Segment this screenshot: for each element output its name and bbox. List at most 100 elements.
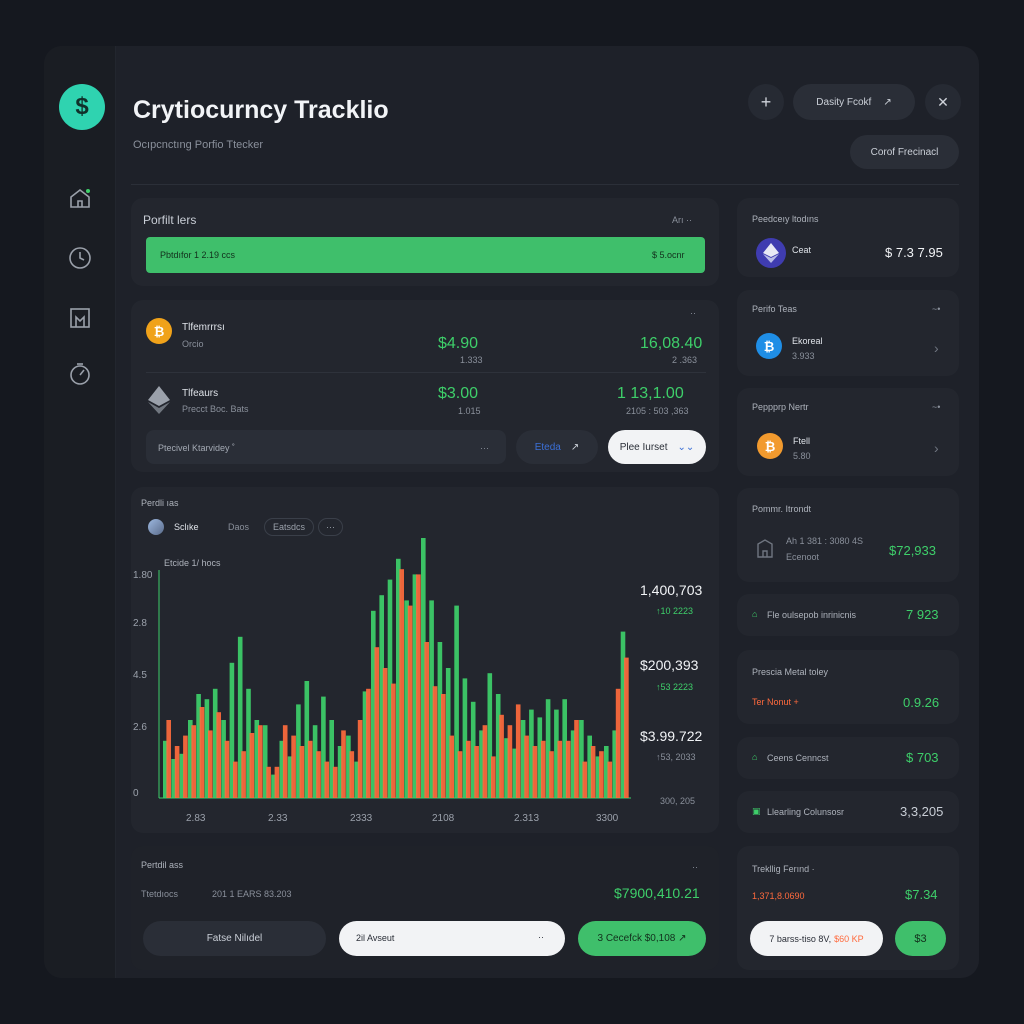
- dataset-dropdown[interactable]: Dasity Fcokf ↗: [793, 84, 915, 120]
- chart-bar-orange: [416, 574, 421, 798]
- nav-home-icon[interactable]: [62, 180, 98, 216]
- chart-bottom-right-value: 300, 205: [660, 796, 696, 806]
- card-title: Pommr. Itrondt: [752, 504, 812, 514]
- chart-bar-orange: [299, 746, 305, 798]
- search-more-icon[interactable]: ···: [480, 443, 489, 453]
- chart-bar-orange: [307, 740, 313, 798]
- home-icon: ⌂: [752, 752, 758, 762]
- bottom-row-label: Ttetdıocs: [141, 889, 179, 899]
- chart-callout-sub: ↑10 2223: [656, 606, 694, 616]
- assets-more-icon[interactable]: ··: [690, 308, 696, 318]
- building-icon: [755, 538, 775, 558]
- chevron-right-icon[interactable]: ›: [934, 440, 939, 456]
- bottom-panel-title: Pertdil ass: [141, 860, 184, 870]
- chart-bar-orange: [557, 740, 563, 798]
- nav-book-icon[interactable]: [62, 300, 98, 336]
- chevron-down-icon: ⌄⌄: [677, 441, 695, 453]
- chart-bar-orange: [341, 730, 346, 798]
- app-logo[interactable]: $: [59, 84, 105, 130]
- confirm-button[interactable]: 3 Cecefck $0,108 ↗: [578, 921, 706, 956]
- chart-bar-orange: [224, 740, 230, 798]
- rate-pill-accent: $60 KP: [834, 933, 864, 944]
- card-title: Peppprp Nertr: [752, 402, 809, 412]
- chart-bar-orange: [466, 740, 471, 798]
- arrow-up-right-icon: ↗: [570, 441, 580, 453]
- page-title: Crytiocurncy Tracklio: [133, 96, 389, 124]
- chart-bar-orange: [391, 683, 396, 798]
- bitcoin-orange-icon: ₿: [757, 433, 783, 459]
- amount-more-icon[interactable]: ··: [538, 932, 544, 942]
- bottom-more-icon[interactable]: ··: [692, 862, 698, 872]
- chart-bar-orange: [249, 733, 255, 798]
- coin-name: Ftell: [793, 436, 811, 446]
- card-title: Peedceıy ltodıns: [752, 214, 819, 224]
- chart-bar-orange: [357, 720, 363, 798]
- chart-bar-orange: [565, 740, 571, 798]
- chart-bar-orange: [274, 766, 280, 798]
- portfolio-bar-right-label: $ 5.ocnr: [652, 250, 685, 260]
- chevron-right-icon[interactable]: ›: [934, 340, 939, 356]
- coin-sub: 5.80: [793, 451, 811, 461]
- ethereum-icon: [146, 385, 172, 415]
- chart-bar-orange: [241, 751, 246, 798]
- y-tick-label: 2.6: [133, 722, 147, 733]
- add-button[interactable]: +: [748, 84, 784, 120]
- asset-search-placeholder: Ptecivel Ktarvidey ˚: [158, 443, 236, 453]
- card-sub: 1,371,8.0690: [752, 891, 805, 901]
- x-tick-label: 3300: [596, 813, 619, 824]
- portfolio-more-icon[interactable]: Arı ··: [672, 215, 692, 225]
- header-divider: [131, 184, 959, 185]
- card-row-bottom: Ecenoot: [786, 552, 820, 562]
- portfolio-bar-title: Porfilt lers: [143, 213, 197, 227]
- card-title: Trekllig Ferınd ·: [752, 864, 815, 874]
- chart-callout-sub: ↑53, 2033: [656, 752, 696, 762]
- chart-bar-orange: [624, 657, 629, 798]
- asset-price-sub: 1.333: [460, 355, 483, 365]
- toggle-button[interactable]: Eteda ↗: [516, 430, 598, 464]
- dark-action-button[interactable]: Fatse Nilıdel: [143, 921, 326, 956]
- chart-bar-orange: [491, 756, 496, 798]
- chart-bar-orange: [515, 704, 521, 798]
- chart-bar-orange: [524, 735, 529, 798]
- asset-price: $4.90: [438, 335, 479, 352]
- coin-sub: 3.933: [792, 351, 815, 361]
- chart-bar-orange: [549, 751, 554, 798]
- nav-timer-icon[interactable]: [62, 356, 98, 392]
- buy-button[interactable]: $3: [895, 921, 946, 956]
- chart-bar-orange: [216, 712, 221, 798]
- nav-clock-icon[interactable]: [62, 240, 98, 276]
- chart-bar-orange: [282, 725, 288, 798]
- close-icon: ✕: [937, 93, 949, 110]
- chart-bar-orange: [374, 647, 380, 798]
- chart-bar-orange: [366, 688, 371, 798]
- card-value: $72,933: [889, 543, 936, 558]
- rate-pill-button[interactable]: 7 barss-tiso 8V, $60 KP: [750, 921, 883, 956]
- chart-callout-sub: ↑53 2223: [656, 682, 694, 692]
- asset-name: Tlfeaurs: [182, 388, 219, 399]
- card-value: $7.34: [905, 887, 938, 902]
- dollar-logo-icon: $: [75, 93, 89, 120]
- chart-bar-orange: [599, 751, 604, 798]
- asset-value-sub: 2 .363: [672, 355, 698, 365]
- chart-bar-orange: [233, 761, 238, 798]
- row-value: $ 703: [906, 750, 939, 765]
- chart-bar-orange: [174, 746, 180, 798]
- amount-input-value: 2il Avseut: [356, 933, 395, 943]
- ethereum-icon: [756, 238, 786, 268]
- chart-bar-orange: [407, 605, 413, 798]
- row-value: 7 923: [906, 607, 939, 622]
- row-label: Llearling Colunsosr: [767, 807, 845, 817]
- secondary-action-button[interactable]: Corof Frecinacl: [850, 135, 959, 169]
- chart-bar-orange: [424, 642, 429, 798]
- filter-label: Plee Iurset: [619, 441, 668, 453]
- x-tick-label: 2108: [432, 813, 455, 824]
- close-button[interactable]: ✕: [925, 84, 961, 120]
- card-more-icon[interactable]: ~•: [932, 304, 940, 314]
- card-label[interactable]: Ter Nonut +: [752, 697, 799, 707]
- right-card-pommr: [737, 488, 959, 582]
- confirm-label: 3 Cecefck $0,108 ↗: [597, 933, 687, 944]
- rate-pill-label: 7 barss-tiso 8V,: [769, 933, 832, 944]
- chart-bar-orange: [540, 740, 546, 798]
- filter-dropdown[interactable]: Plee Iurset ⌄⌄: [608, 430, 706, 464]
- card-more-icon[interactable]: ~•: [932, 402, 940, 412]
